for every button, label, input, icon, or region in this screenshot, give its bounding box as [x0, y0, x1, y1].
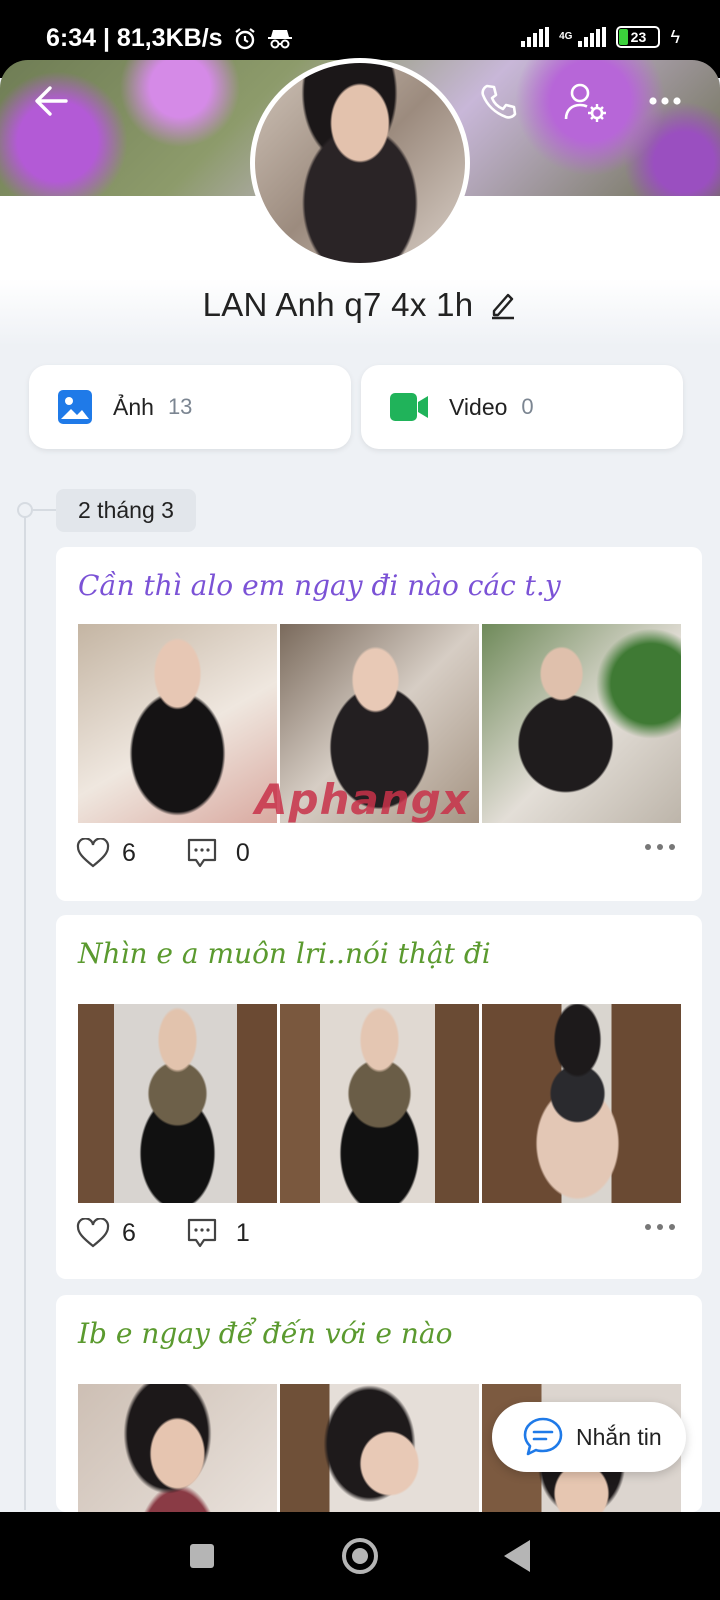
network-type: 4G — [559, 31, 573, 42]
videos-tile[interactable]: Video 0 — [361, 365, 683, 449]
post-photos — [78, 1004, 681, 1203]
edit-pencil-icon[interactable] — [489, 290, 517, 320]
signal-icon — [521, 27, 550, 47]
profile-settings-icon[interactable] — [564, 82, 608, 122]
like-count: 6 — [122, 838, 136, 867]
back-arrow-icon[interactable] — [32, 82, 70, 120]
comment-count: 1 — [235, 1218, 250, 1247]
post-photo[interactable] — [482, 624, 681, 823]
heart-icon[interactable] — [76, 1218, 110, 1248]
watermark: Aphangx — [255, 775, 470, 824]
image-icon — [58, 390, 92, 424]
post-photo[interactable] — [78, 1004, 277, 1203]
post-title: Ib e ngay để đến với e nào — [78, 1317, 453, 1350]
video-icon — [390, 393, 428, 421]
charging-icon: ϟ — [670, 26, 680, 47]
message-button[interactable]: Nhắn tin — [492, 1402, 686, 1472]
system-nav-bar — [0, 1512, 720, 1600]
avatar[interactable] — [250, 58, 470, 268]
timeline-line — [24, 510, 26, 1510]
comment-icon[interactable] — [186, 1217, 218, 1249]
post-photo[interactable] — [78, 1384, 277, 1512]
timeline-tick — [33, 509, 56, 511]
back-button[interactable] — [504, 1540, 530, 1572]
post-title: Nhìn e a muôn lri..nói thật đi — [78, 937, 491, 970]
status-right: 4G 23 ϟ — [521, 26, 680, 48]
signal-icon-2 — [578, 27, 607, 47]
post-actions: 6 0 — [76, 833, 676, 873]
status-left: 6:34 | 81,3KB/s — [46, 24, 293, 53]
battery-level: 23 — [630, 29, 647, 45]
home-button[interactable] — [342, 1538, 378, 1574]
recents-button[interactable] — [190, 1544, 214, 1568]
chat-icon — [523, 1417, 563, 1456]
post-actions: 6 1 — [76, 1213, 676, 1253]
profile-name-row: LAN Anh q7 4x 1h — [0, 286, 720, 324]
more-options-icon[interactable] — [648, 96, 682, 106]
photos-tile[interactable]: Ảnh 13 — [29, 365, 351, 449]
post-photo[interactable] — [78, 624, 277, 823]
post-more-icon[interactable] — [644, 843, 676, 851]
phone-call-icon[interactable] — [478, 82, 518, 122]
like-count: 6 — [122, 1218, 136, 1247]
heart-icon[interactable] — [76, 838, 110, 868]
photos-count: 13 — [167, 394, 193, 419]
comment-count: 0 — [235, 838, 250, 867]
videos-count: 0 — [521, 394, 534, 419]
post-card[interactable]: Cần thì alo em ngay đi nào các t.y 6 0 — [56, 547, 702, 901]
timeline-date: 2 tháng 3 — [56, 489, 196, 532]
battery-icon: 23 — [616, 26, 661, 48]
post-photo[interactable] — [280, 1384, 479, 1512]
post-more-icon[interactable] — [644, 1223, 676, 1231]
videos-label: Video — [449, 393, 508, 420]
post-card[interactable]: Nhìn e a muôn lri..nói thật đi 6 1 — [56, 915, 702, 1279]
photos-label: Ảnh — [113, 393, 154, 420]
post-photo[interactable] — [280, 1004, 479, 1203]
post-photo[interactable] — [482, 1004, 681, 1203]
post-title: Cần thì alo em ngay đi nào các t.y — [78, 569, 561, 602]
alarm-icon — [234, 27, 255, 49]
incognito-icon — [267, 29, 292, 48]
status-time-speed: 6:34 | 81,3KB/s — [46, 24, 223, 52]
message-button-label: Nhắn tin — [576, 1423, 662, 1450]
profile-name: LAN Anh q7 4x 1h — [202, 286, 474, 323]
timeline-dot — [17, 502, 33, 518]
comment-icon[interactable] — [186, 837, 218, 869]
